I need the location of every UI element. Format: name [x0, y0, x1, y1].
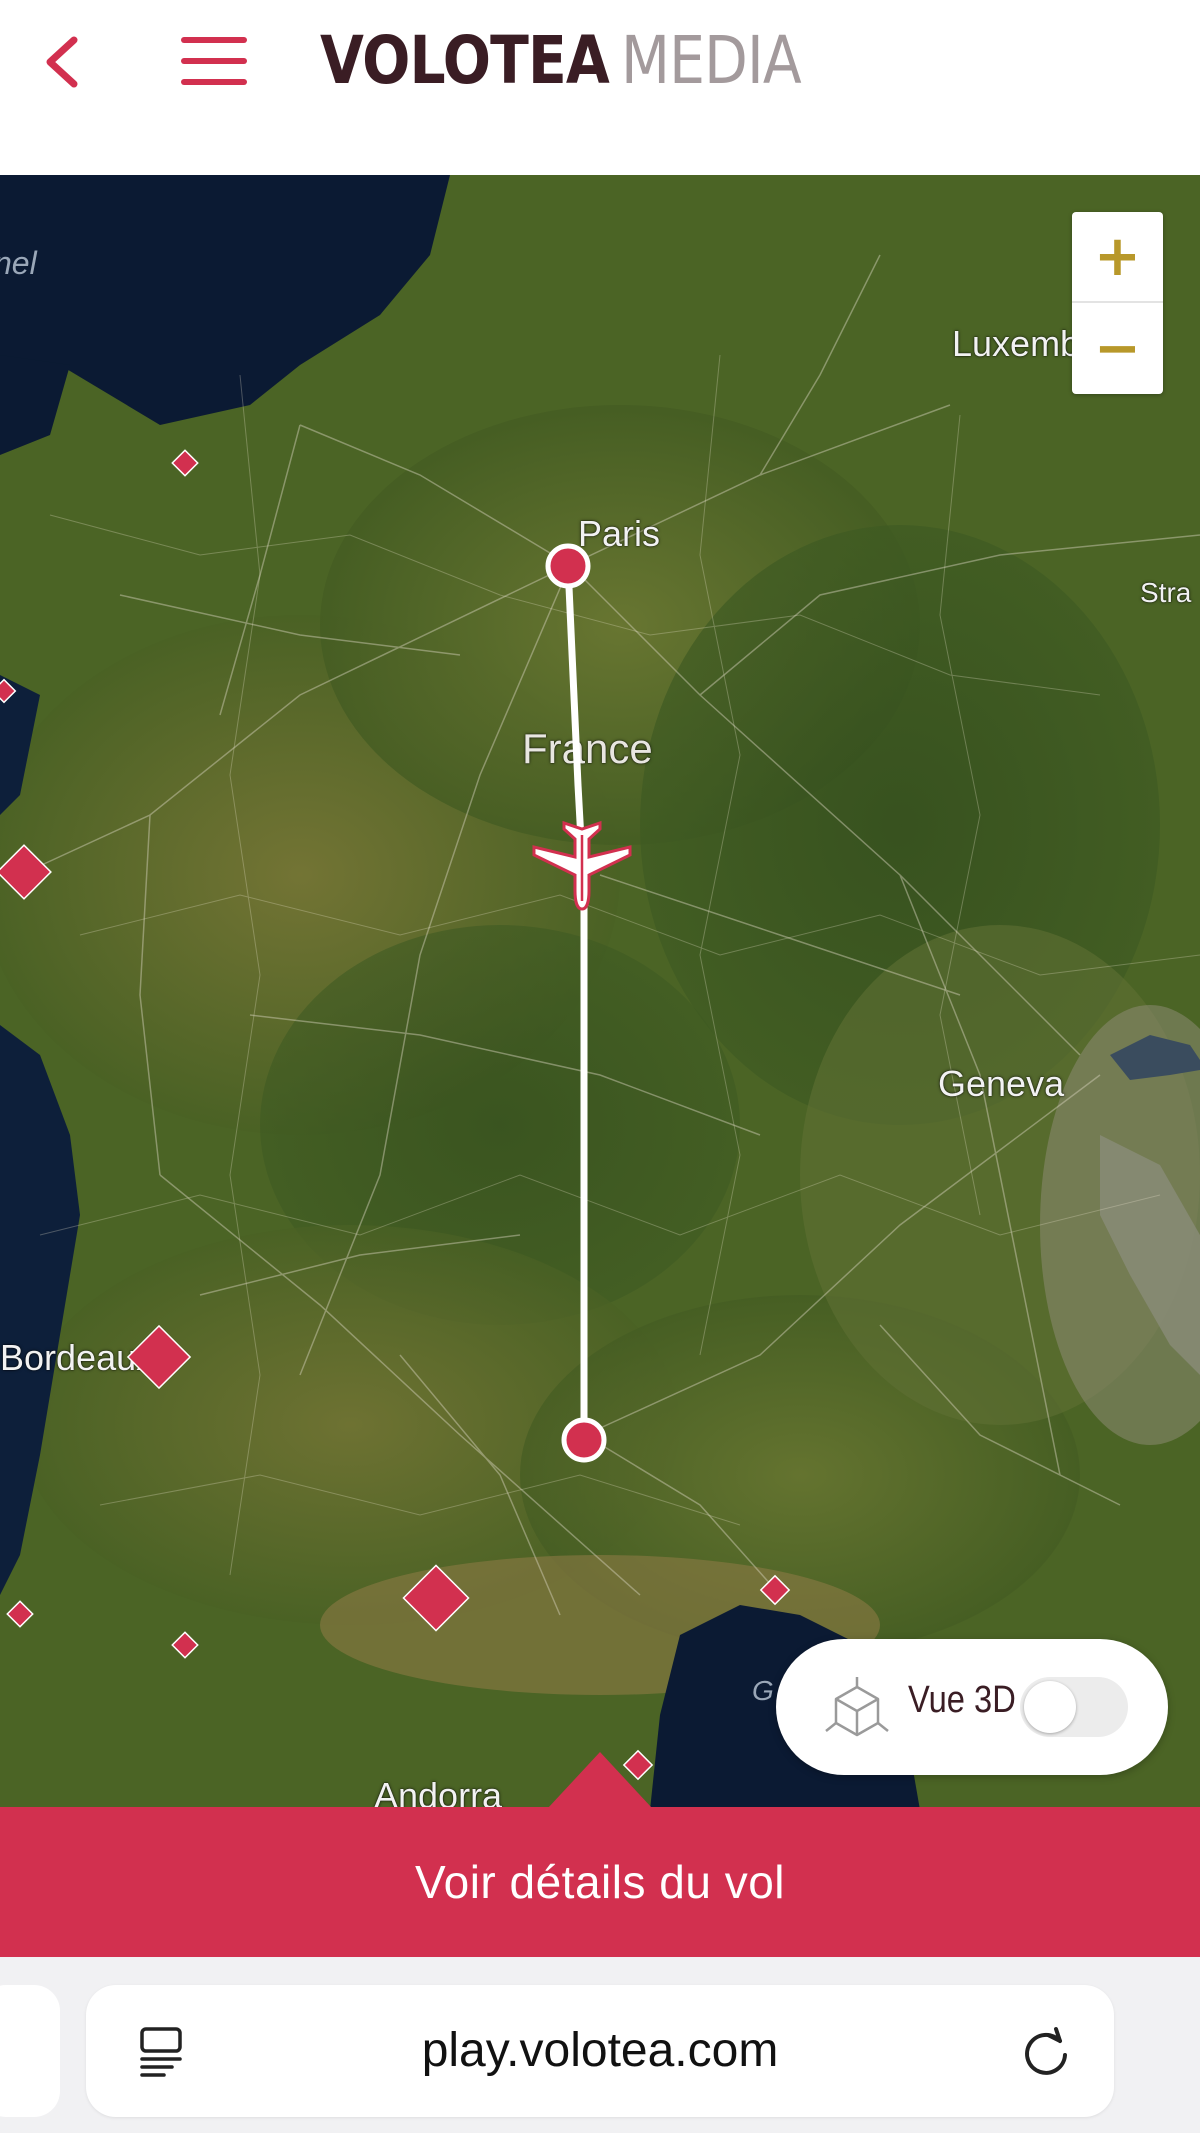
zoom-out-button[interactable]: − — [1072, 303, 1163, 394]
view-3d-switch[interactable] — [1020, 1677, 1128, 1737]
airport-marker — [759, 1574, 791, 1606]
airport-marker — [402, 1564, 470, 1632]
previous-tab-preview[interactable] — [0, 1985, 60, 2117]
airport-marker — [0, 678, 17, 704]
flight-route-layer — [0, 449, 791, 1781]
flight-map[interactable]: nel Paris France Geneva Bordeaux Andorra… — [0, 175, 1200, 1810]
back-button[interactable] — [34, 26, 94, 96]
airport-marker — [6, 1600, 34, 1628]
brand-logo[interactable]: VOLOTEA MEDIA — [320, 20, 802, 100]
brand-suffix: MEDIA — [621, 21, 802, 99]
browser-toolbar: play.volotea.com — [0, 1957, 1200, 2133]
chevron-left-icon — [46, 36, 78, 88]
airplane-icon — [532, 820, 632, 911]
app-header: VOLOTEA MEDIA — [0, 0, 1200, 175]
airport-marker — [0, 844, 52, 900]
details-pull-tab[interactable] — [548, 1752, 652, 1808]
origin-airport-dot — [545, 543, 591, 589]
flight-details-label: Voir détails du vol — [414, 1856, 786, 1908]
address-bar[interactable]: play.volotea.com — [86, 1985, 1114, 2117]
destination-airport-dot — [561, 1417, 607, 1463]
cube-3d-icon — [825, 1677, 889, 1737]
menu-button[interactable] — [178, 26, 250, 96]
hamburger-menu-icon — [181, 37, 247, 85]
brand-name: VOLOTEA — [320, 21, 610, 99]
airport-marker — [171, 1631, 199, 1659]
zoom-in-button[interactable]: + — [1072, 212, 1163, 303]
view-3d-label: Vue 3D — [908, 1679, 1016, 1721]
flight-details-panel: Voir détails du vol — [0, 1752, 1200, 1957]
url-text: play.volotea.com — [421, 2024, 779, 2077]
reload-icon[interactable] — [1018, 2023, 1074, 2079]
switch-knob — [1024, 1681, 1076, 1733]
zoom-control: + − — [1072, 212, 1163, 394]
flight-details-button[interactable]: Voir détails du vol — [0, 1807, 1200, 1957]
airport-marker — [171, 449, 199, 477]
airport-marker — [126, 1324, 192, 1390]
